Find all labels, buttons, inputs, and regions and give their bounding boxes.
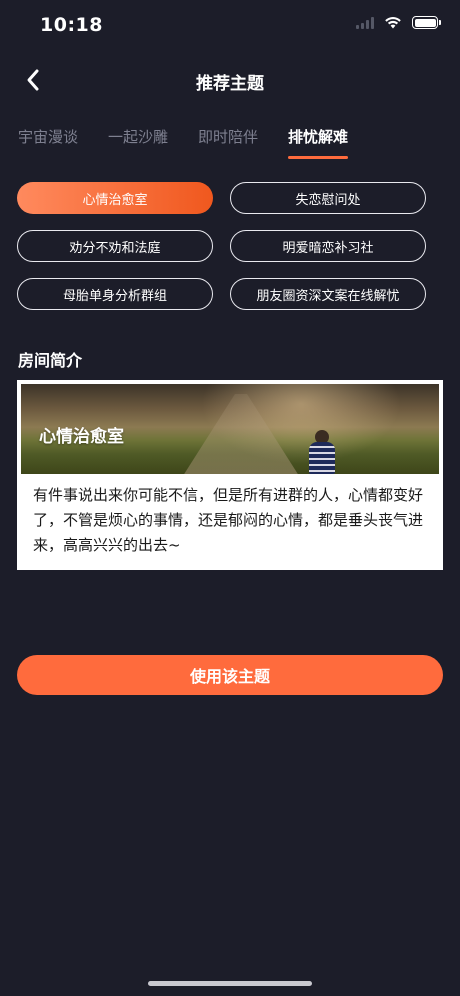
page-title: 推荐主题	[196, 74, 264, 94]
status-bar: 10:18	[0, 0, 460, 50]
home-indicator	[148, 981, 312, 986]
topic-chip-breakup-court[interactable]: 劝分不劝和法庭	[17, 230, 213, 262]
topic-chip-crush-club[interactable]: 明爱暗恋补习社	[230, 230, 426, 262]
tab-universe-chat[interactable]: 宇宙漫谈	[18, 126, 78, 147]
room-description: 有件事说出来你可能不信，但是所有进群的人，心情都变好了，不管是烦心的事情，还是郁…	[33, 486, 424, 554]
wifi-icon	[385, 17, 401, 29]
category-tabs: 宇宙漫谈 一起沙雕 即时陪伴 排忧解难	[18, 126, 378, 159]
topic-grid: 心情治愈室 失恋慰问处 劝分不劝和法庭 明爱暗恋补习社 母胎单身分析群组 朋友圈…	[17, 182, 427, 310]
status-icons	[356, 16, 441, 29]
signal-icon	[356, 16, 374, 29]
topic-chip-mood-healing[interactable]: 心情治愈室	[17, 182, 213, 214]
tab-instant-company[interactable]: 即时陪伴	[198, 126, 258, 147]
section-title-room-intro: 房间简介	[18, 351, 83, 370]
room-intro-card: 心情治愈室 有件事说出来你可能不信，但是所有进群的人，心情都变好了，不管是烦心的…	[17, 380, 443, 570]
tab-problem-solving[interactable]: 排忧解难	[288, 126, 349, 159]
tab-silly-fun[interactable]: 一起沙雕	[108, 126, 168, 147]
battery-icon	[412, 16, 441, 29]
topic-chip-copywriting-help[interactable]: 朋友圈资深文案在线解忧	[230, 278, 426, 310]
status-time: 10:18	[40, 14, 103, 36]
topic-chip-breakup-comfort[interactable]: 失恋慰问处	[230, 182, 426, 214]
child-figure	[307, 430, 337, 474]
topic-chip-single-analysis[interactable]: 母胎单身分析群组	[17, 278, 213, 310]
nav-bar: 推荐主题	[0, 58, 460, 102]
use-topic-button[interactable]: 使用该主题	[17, 655, 443, 695]
room-banner-image: 心情治愈室	[21, 384, 439, 474]
room-banner-title: 心情治愈室	[39, 427, 124, 447]
